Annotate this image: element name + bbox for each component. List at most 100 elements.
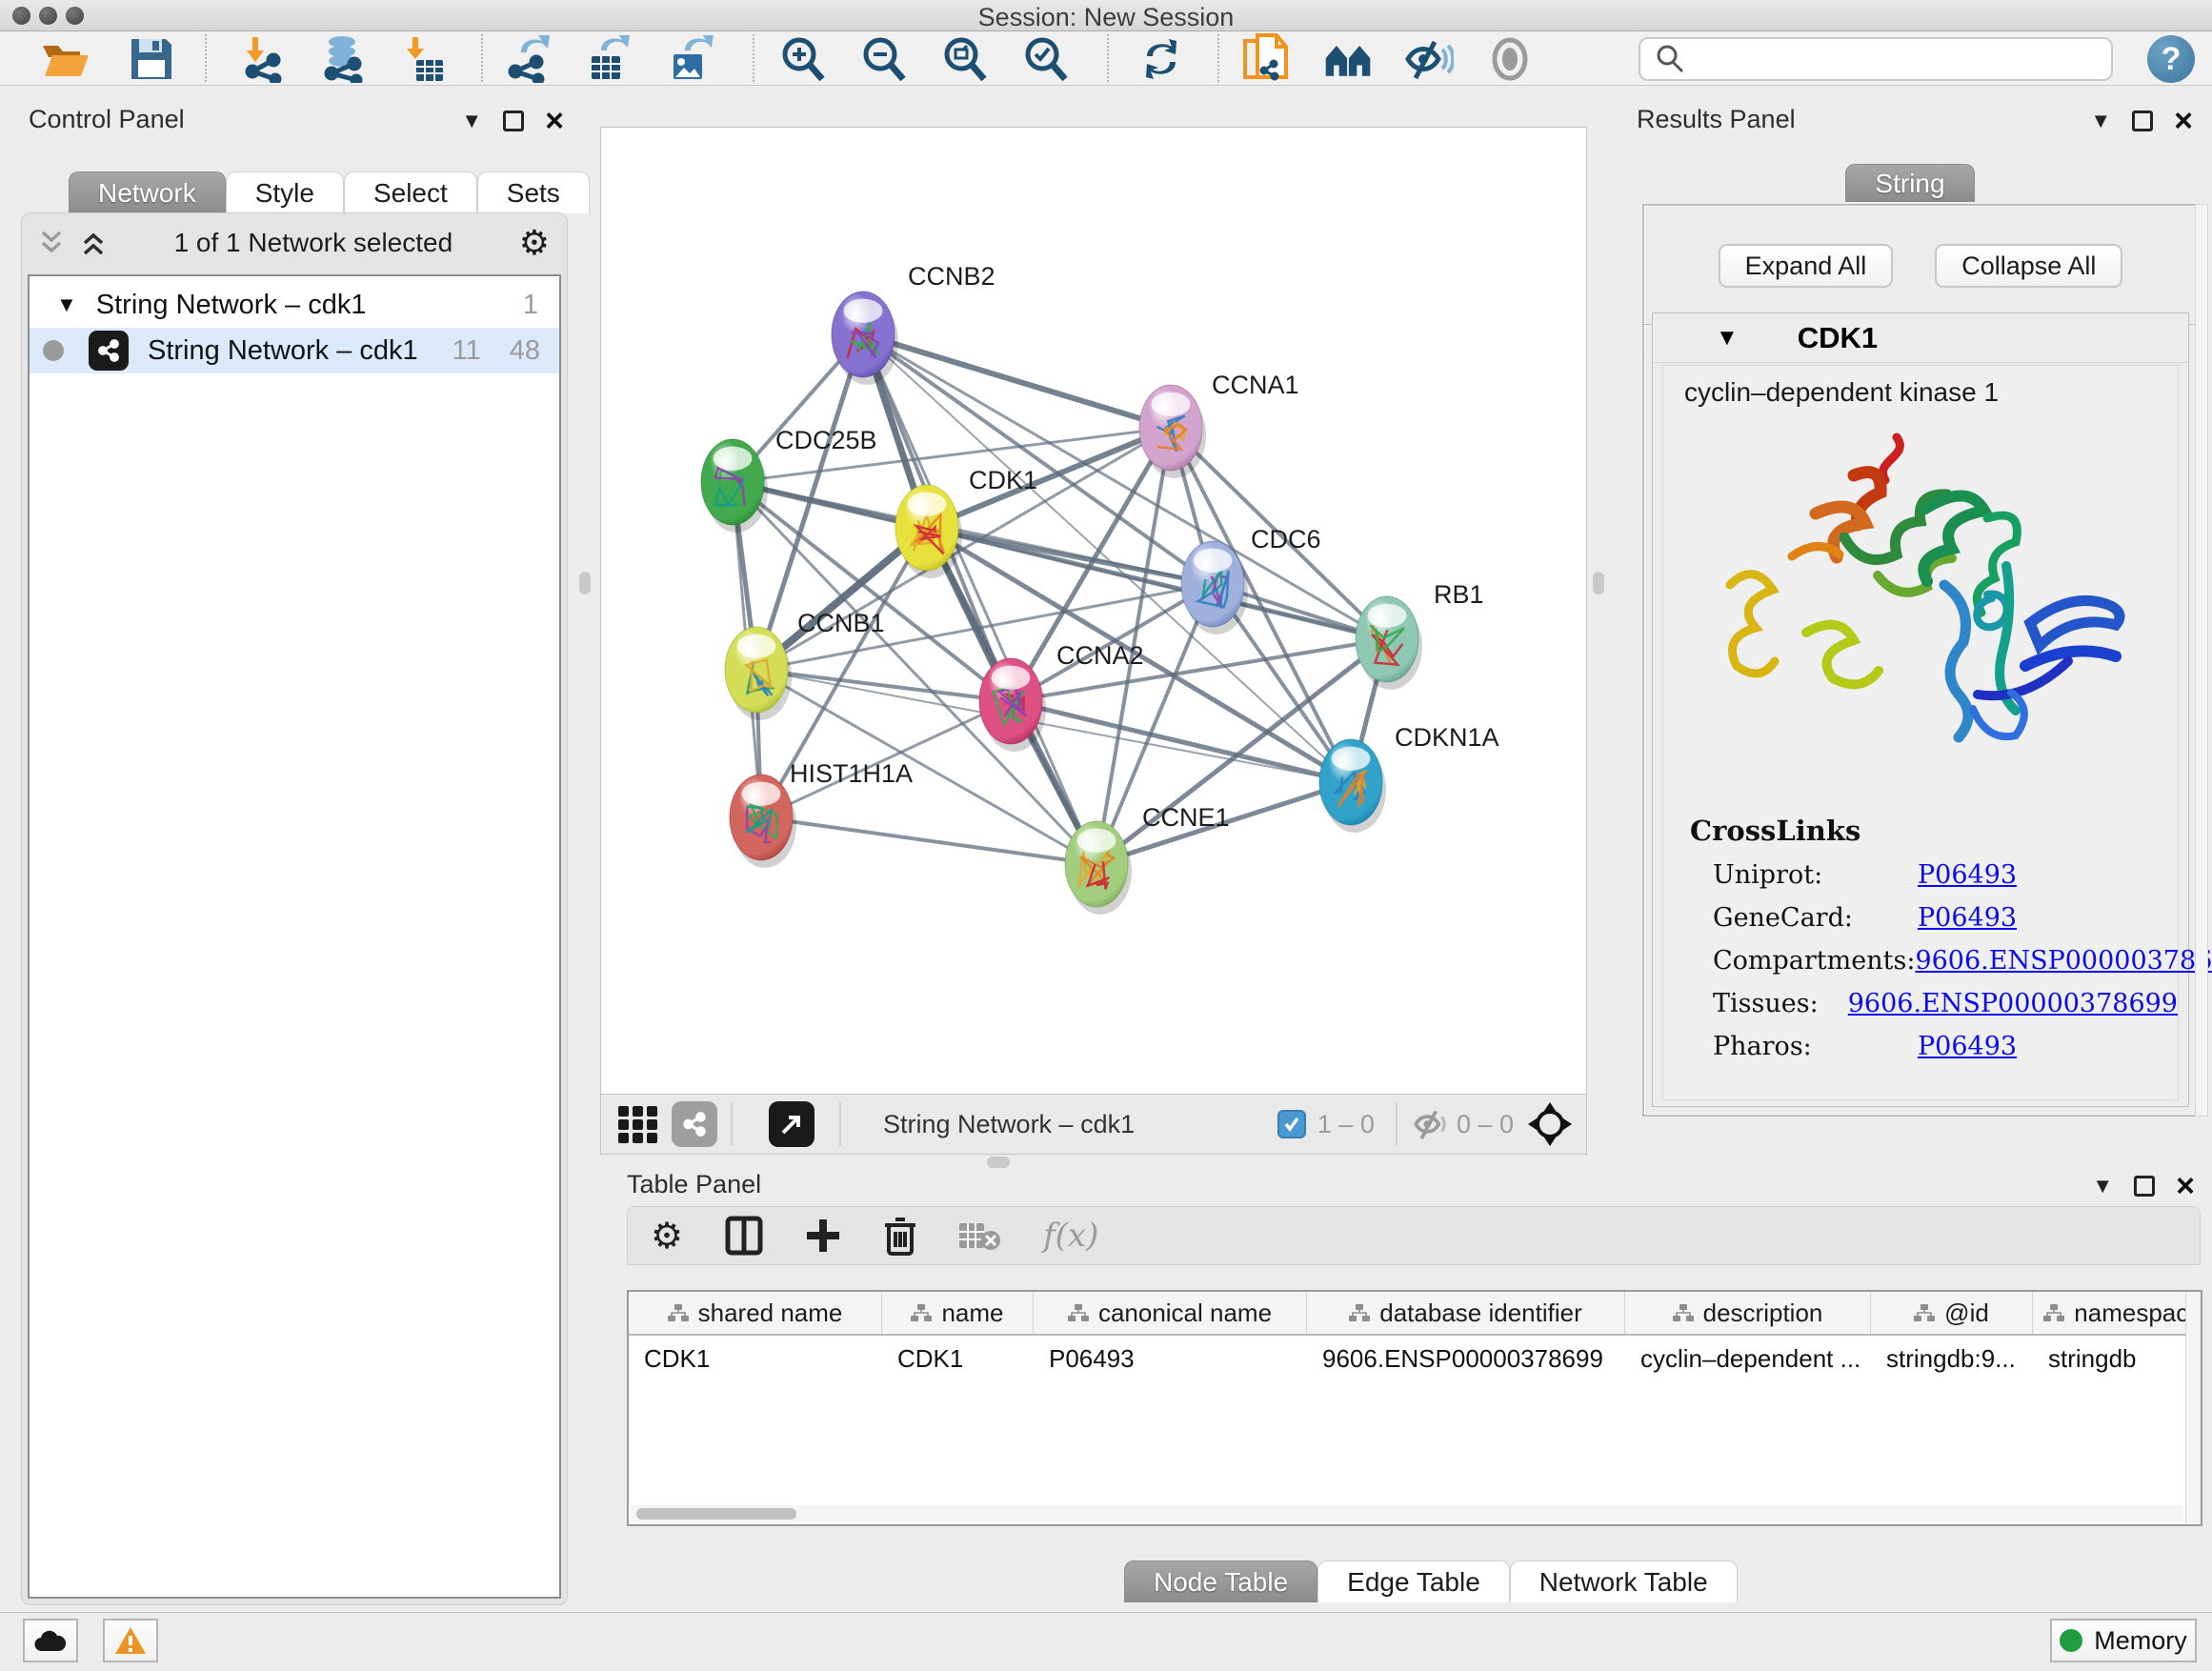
birdseye-icon[interactable] bbox=[1527, 1101, 1573, 1147]
crosslink-link[interactable]: 9606.ENSP00000378699 bbox=[1915, 946, 2212, 976]
create-column-plus-icon[interactable] bbox=[805, 1218, 841, 1254]
detach-view-icon[interactable] bbox=[769, 1101, 814, 1147]
column-header-canonical-name[interactable]: canonical name bbox=[1034, 1292, 1307, 1334]
cloud-status-button[interactable] bbox=[23, 1619, 78, 1662]
warnings-button[interactable] bbox=[103, 1619, 158, 1662]
network-edge[interactable] bbox=[761, 817, 1096, 864]
network-collection-row[interactable]: ▼ String Network – cdk1 1 bbox=[30, 282, 559, 328]
hide-selected-button[interactable] bbox=[1402, 34, 1454, 84]
network-edge[interactable] bbox=[756, 670, 1011, 701]
panel-menu-icon[interactable]: ▼ bbox=[2090, 109, 2111, 133]
table-row[interactable]: CDK1CDK1P064939606.ENSP00000378699cyclin… bbox=[629, 1338, 2202, 1379]
cell-database-identifier[interactable]: 9606.ENSP00000378699 bbox=[1307, 1338, 1625, 1379]
hidden-eye-icon bbox=[1411, 1107, 1451, 1141]
panel-float-icon[interactable] bbox=[2132, 111, 2153, 131]
panel-close-icon[interactable]: × bbox=[2176, 1176, 2195, 1197]
gene-section-header[interactable]: ▼ CDK1 bbox=[1653, 313, 2188, 363]
table-settings-gear-icon[interactable]: ⚙ bbox=[651, 1215, 683, 1258]
collapse-all-button[interactable]: Collapse All bbox=[1935, 244, 2122, 288]
network-node-rb1[interactable]: RB1 bbox=[1356, 580, 1484, 690]
import-table-button[interactable] bbox=[396, 34, 448, 84]
network-node-cdk1[interactable]: CDK1 bbox=[895, 466, 1037, 578]
column-header-@id[interactable]: @id bbox=[1871, 1292, 2033, 1334]
zoom-selected-button[interactable] bbox=[1019, 34, 1071, 84]
tab-network[interactable]: Network bbox=[69, 171, 226, 213]
crosslink-link[interactable]: P06493 bbox=[1918, 903, 2017, 933]
left-splitter-handle[interactable] bbox=[579, 572, 591, 594]
collapse-all-chevron-icon[interactable] bbox=[37, 229, 66, 257]
expand-all-button[interactable]: Expand All bbox=[1719, 244, 1894, 288]
cell-shared-name[interactable]: CDK1 bbox=[629, 1338, 882, 1379]
zoom-in-button[interactable] bbox=[776, 34, 828, 84]
network-view-mode-icon[interactable] bbox=[672, 1101, 717, 1147]
grid-view-icon[interactable] bbox=[616, 1102, 660, 1146]
export-network-button[interactable] bbox=[503, 34, 554, 84]
cell-name[interactable]: CDK1 bbox=[882, 1338, 1034, 1379]
node-label-ccna1: CCNA1 bbox=[1212, 371, 1299, 399]
panel-menu-icon[interactable]: ▼ bbox=[2092, 1174, 2113, 1198]
cell-description[interactable]: cyclin–dependent ... bbox=[1625, 1338, 1871, 1379]
column-header-description[interactable]: description bbox=[1625, 1292, 1871, 1334]
tab-select[interactable]: Select bbox=[344, 171, 477, 213]
show-columns-icon[interactable] bbox=[725, 1216, 763, 1256]
panel-float-icon[interactable] bbox=[503, 111, 524, 131]
save-session-button[interactable] bbox=[126, 34, 177, 84]
panel-float-icon[interactable] bbox=[2134, 1176, 2155, 1197]
panel-close-icon[interactable]: × bbox=[2174, 111, 2193, 131]
first-neighbors-button[interactable] bbox=[1322, 34, 1374, 84]
results-scrollbar[interactable] bbox=[2195, 204, 2208, 1117]
crosslink-link[interactable]: 9606.ENSP00000378699 bbox=[1848, 989, 2178, 1018]
section-collapse-icon[interactable]: ▼ bbox=[1716, 325, 1739, 352]
tab-edge-table[interactable]: Edge Table bbox=[1317, 1560, 1510, 1602]
show-all-button[interactable] bbox=[1484, 34, 1536, 84]
zoom-out-button[interactable] bbox=[857, 34, 909, 84]
crosslink-link[interactable]: P06493 bbox=[1918, 860, 2017, 890]
tree-expand-icon[interactable]: ▼ bbox=[56, 292, 77, 317]
apply-layout-button[interactable] bbox=[1136, 34, 1187, 84]
network-row[interactable]: String Network – cdk1 11 48 bbox=[30, 328, 559, 373]
right-splitter-handle[interactable] bbox=[1593, 572, 1604, 594]
open-session-button[interactable] bbox=[40, 34, 91, 84]
network-node-cdkn1a[interactable]: CDKN1A bbox=[1319, 723, 1499, 833]
panel-close-icon[interactable]: × bbox=[545, 111, 564, 131]
tab-network-table[interactable]: Network Table bbox=[1510, 1560, 1738, 1602]
cell-namespace[interactable]: stringdb bbox=[2033, 1338, 2202, 1379]
import-network-from-database-button[interactable] bbox=[316, 34, 368, 84]
tab-node-table[interactable]: Node Table bbox=[1124, 1560, 1317, 1602]
network-node-cdc25b[interactable]: CDC25B bbox=[701, 426, 877, 533]
column-header-shared-name[interactable]: shared name bbox=[629, 1292, 882, 1334]
network-node-ccna1[interactable]: CCNA1 bbox=[1139, 371, 1299, 478]
search-icon bbox=[1654, 43, 1686, 75]
panel-menu-icon[interactable]: ▼ bbox=[461, 109, 482, 133]
expand-all-chevron-icon[interactable] bbox=[79, 229, 108, 257]
network-canvas[interactable]: CCNB2CCNA1CDC25BCDK1CDC6RB1CCNB1CCNA2CDK… bbox=[601, 128, 1586, 1094]
export-table-button[interactable] bbox=[583, 34, 634, 84]
zoom-fit-button[interactable] bbox=[938, 34, 990, 84]
network-edge[interactable] bbox=[863, 334, 1387, 639]
network-edge[interactable] bbox=[863, 334, 1171, 428]
tab-sets[interactable]: Sets bbox=[477, 171, 590, 213]
search-input[interactable] bbox=[1696, 40, 2111, 78]
selected-checkbox-icon[interactable] bbox=[1277, 1110, 1306, 1138]
cell-canonical-name[interactable]: P06493 bbox=[1034, 1338, 1307, 1379]
tab-style[interactable]: Style bbox=[226, 171, 344, 213]
tab-string[interactable]: String bbox=[1845, 164, 1974, 202]
import-network-button[interactable] bbox=[236, 34, 288, 84]
column-header-namespace[interactable]: namespace bbox=[2033, 1292, 2202, 1334]
network-edge[interactable] bbox=[1011, 701, 1351, 782]
network-node-hist1h1a[interactable]: HIST1H1A bbox=[730, 759, 913, 868]
network-from-selection-button[interactable] bbox=[1240, 34, 1292, 84]
help-button[interactable]: ? bbox=[2147, 35, 2195, 83]
export-image-button[interactable] bbox=[665, 34, 716, 84]
table-hscrollbar[interactable] bbox=[631, 1505, 2183, 1522]
table-vscrollbar[interactable] bbox=[2185, 1292, 2201, 1524]
column-header-database-identifier[interactable]: database identifier bbox=[1307, 1292, 1625, 1334]
crosslink-link[interactable]: P06493 bbox=[1918, 1032, 2017, 1061]
delete-column-trash-icon[interactable] bbox=[883, 1216, 917, 1256]
export-network-icon bbox=[504, 35, 553, 83]
network-node-ccne1[interactable]: CCNE1 bbox=[1065, 803, 1230, 915]
column-header-name[interactable]: name bbox=[882, 1292, 1034, 1334]
gear-icon[interactable]: ⚙ bbox=[519, 223, 550, 263]
cell-@id[interactable]: stringdb:9... bbox=[1871, 1338, 2033, 1379]
memory-button[interactable]: Memory bbox=[2050, 1619, 2197, 1662]
